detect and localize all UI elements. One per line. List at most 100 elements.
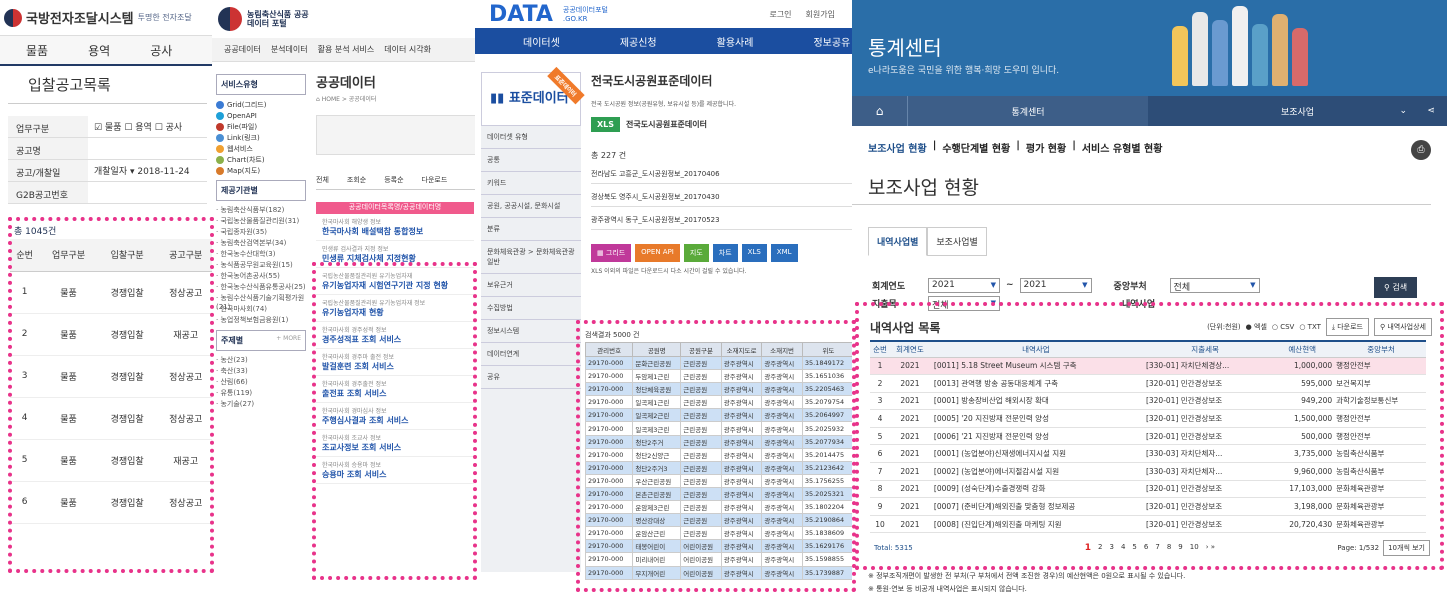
view-button[interactable]: OPEN API (635, 244, 680, 262)
service-type-item[interactable]: Grid(그리드) (216, 99, 306, 110)
grid-row[interactable]: 29170-000 무지개어린 어린이공원 광주광역시 광주광역시 35.1739887 (584, 565, 855, 580)
grid-row[interactable]: 29170-000 본촌근린공원 근린공원 광주광역시 광주광역시 35.2025321 (584, 486, 855, 502)
page-link[interactable]: 1 (1085, 543, 1091, 553)
view-tab[interactable]: 보조사업별 (927, 227, 987, 256)
grid-row[interactable]: 29170-000 청단체육공원 근린공원 광주광역시 광주광역시 35.2205463 (584, 382, 855, 397)
file-item[interactable]: 경상북도 영주시_도시공원정보_20170430 (591, 184, 855, 207)
grid-row[interactable]: 29170-000 우산근린공원 근린공원 광주광역시 광주광역시 35.1756255 (584, 473, 855, 488)
nav-item[interactable]: 공공데이터 (224, 44, 261, 55)
download-button[interactable]: ⤓ 다운로드 (1325, 318, 1369, 336)
sort-tab[interactable]: 다운로드 (422, 175, 448, 185)
view-button[interactable]: 차트 (712, 244, 738, 262)
page-link[interactable]: 10 (1190, 543, 1199, 553)
top-link[interactable]: 회원가입 (806, 9, 835, 20)
grid-row[interactable]: 29170-000 청단2주거3 근린공원 광주광역시 광주광역시 35.2123642 (584, 460, 855, 475)
page-link[interactable]: 9 (1178, 543, 1182, 553)
table-row[interactable]: 2 물품 경쟁입찰 재공고 (10, 313, 215, 356)
topic-item[interactable]: · 농산(23) (216, 355, 306, 366)
nav-item[interactable]: 정보공유 (813, 34, 850, 49)
table-row[interactable]: 8 2021 [0009] (성숙단계)수출경쟁력 강화 [320-01] 민간경상보… (870, 480, 1426, 499)
portal-logo[interactable]: DATA (489, 2, 553, 27)
grid-row[interactable]: 29170-000 두암제1근린 근린공원 광주광역시 광주광역시 35.1651036 (584, 369, 855, 384)
table-row[interactable]: 5 2021 [0006] '21 지진방재 전문인력 양성 [320-01] 민간경… (870, 427, 1426, 446)
search-button[interactable]: ⚲ 검색 (1374, 277, 1418, 298)
dataset-entry[interactable]: 한국마사회 경주출전 정보 출전표 조회 서비스 (316, 376, 474, 403)
next-page-icon[interactable]: › » (1206, 543, 1215, 553)
dataset-name[interactable]: 경주성적표 조회 서비스 (322, 334, 468, 345)
service-type-item[interactable]: Chart(차트) (216, 154, 306, 165)
site-title[interactable]: 국방전자조달시스템 (26, 8, 134, 27)
format-radio[interactable]: ○ CSV (1272, 323, 1294, 331)
nav-item[interactable]: 분석데이터 (271, 44, 308, 55)
table-row[interactable]: 10 2021 [0008] (진입단계)해외진출 마케팅 지원 [320-01] 민… (870, 515, 1426, 534)
file-item[interactable]: 전라남도 고흥군_도시공원정보_20170406 (591, 161, 855, 184)
table-row[interactable]: 4 물품 경쟁입찰 정상공고 (10, 397, 215, 440)
page-link[interactable]: 6 (1144, 543, 1148, 553)
dataset-name[interactable]: 조교사정보 조회 서비스 (322, 442, 468, 453)
dataset-entry[interactable]: 한국마사회 경주성적 정보 경주성적표 조회 서비스 (316, 322, 474, 349)
format-radio[interactable]: ● 엑셀 (1246, 322, 1267, 332)
form-field[interactable]: ☑ 물품 ☐ 용역 ☐ 공사 (88, 120, 182, 133)
org-item[interactable]: · 국립종자원(35) (216, 227, 306, 238)
nav-item[interactable]: 데이터 시각화 (384, 44, 431, 55)
dataset-name[interactable]: 한국마사회 배설택참 통합정보 (322, 226, 468, 237)
view-button[interactable]: XML (770, 244, 798, 262)
nav-item[interactable]: 활용 분석 서비스 (318, 44, 375, 55)
topic-item[interactable]: · 농기술(27) (216, 399, 306, 410)
org-item[interactable]: · 한국농어촌공사(55) (216, 271, 306, 282)
site-title[interactable]: 농림축산식품 공공데이터 포털 (247, 10, 311, 28)
dataset-name[interactable]: 유기농업자재 시험연구기관 지정 현황 (322, 280, 468, 291)
service-type-item[interactable]: Map(지도) (216, 165, 306, 176)
topic-item[interactable]: · 축산(33) (216, 366, 306, 377)
sub-nav-item[interactable]: 평가 현황 (1026, 140, 1066, 155)
nav-item[interactable]: 제공신청 (620, 34, 657, 49)
view-tab[interactable]: 내역사업별 (868, 227, 928, 256)
dataset-name[interactable]: 승용마 조회 서비스 (322, 469, 468, 480)
nav-item[interactable]: 활용사례 (717, 34, 754, 49)
grid-row[interactable]: 29170-000 일곡제2근린 근린공원 광주광역시 광주광역시 35.2064997 (584, 408, 855, 423)
dataset-entry[interactable]: 한국마사회 경주마 출전 정보 발걸훈련 조회 서비스 (316, 349, 474, 376)
dataset-entry[interactable]: 국립농산물품질관리원 유기농업자재 정보 유기농업자재 현황 (316, 295, 474, 322)
more-link[interactable]: + MORE (276, 335, 301, 346)
print-icon[interactable]: ⎙ (1411, 140, 1431, 160)
topic-item[interactable]: · 유통(119) (216, 388, 306, 399)
form-field[interactable]: 개찰일자 ▾ 2018-11-24 (88, 164, 190, 177)
dataset-entry[interactable]: 한국마사회 조교사 정보 조교사정보 조회 서비스 (316, 430, 474, 457)
org-item[interactable]: · 농림축산검역본부(34) (216, 238, 306, 249)
grid-row[interactable]: 29170-000 청단2신양근 근린공원 광주광역시 광주광역시 35.2014475 (584, 447, 855, 462)
org-item[interactable]: · 한국농수산대학(3) (216, 249, 306, 260)
detail-button[interactable]: ⚲ 내역사업상세 (1374, 318, 1432, 336)
table-row[interactable]: 6 물품 경쟁입찰 정상공고 (10, 481, 215, 524)
sub-nav-item[interactable]: 수행단계별 현황 (942, 140, 1010, 155)
top-link[interactable]: 로그인 (769, 9, 791, 20)
org-item[interactable]: · 농식품공무원교육원(15) (216, 260, 306, 271)
view-button[interactable]: 지도 (683, 244, 709, 262)
dataset-name[interactable]: 유기농업자재 현황 (322, 307, 468, 318)
dataset-name[interactable]: 주행심사결과 조회 서비스 (322, 415, 468, 426)
table-row[interactable]: 1 2021 [0011] 5.18 Street Museum 시스템 구축 [33… (870, 357, 1426, 376)
menu-subsidy[interactable]: 보조사업 ⌄ ⋖ (1148, 96, 1447, 126)
org-item[interactable]: · 농업정책보험금융원(1) (216, 315, 306, 326)
nav-item[interactable]: 공사 (150, 42, 172, 59)
dept-select[interactable]: 전체 (1169, 277, 1260, 293)
org-item[interactable]: · 국립농산물품질관리원(31) (216, 216, 306, 227)
dataset-entry[interactable]: 한국마사회 경마심사 정보 주행심사결과 조회 서비스 (316, 403, 474, 430)
view-button[interactable]: XLS (741, 244, 767, 262)
nav-item[interactable]: 용역 (88, 42, 110, 59)
nav-item[interactable]: 물품 (26, 42, 48, 59)
grid-row[interactable]: 29170-000 운암제3근린 근린공원 광주광역시 광주광역시 35.1802204 (584, 500, 855, 515)
year-start-select[interactable]: 2021 (928, 277, 1000, 293)
per-page-select[interactable]: 10개씩 보기 (1383, 540, 1430, 556)
grid-row[interactable]: 29170-000 일곡제3근린 근린공원 광주광역시 광주광역시 35.2025932 (584, 421, 855, 436)
dataset-entry[interactable]: 한국마사회 승용마 정보 승용마 조회 서비스 (316, 457, 474, 484)
org-item[interactable]: · 농림축산식품부(182) (216, 205, 306, 216)
service-type-item[interactable]: File(파일) (216, 121, 306, 132)
page-link[interactable]: 4 (1121, 543, 1125, 553)
dataset-entry[interactable]: 국립농산물품질관리원 유기농업자재 유기농업자재 시험연구기관 지정 현황 (316, 268, 474, 295)
share-icon[interactable]: ⋖ (1427, 106, 1435, 116)
acct-select[interactable]: 전체 (928, 295, 1000, 311)
grid-row[interactable]: 29170-000 명산강대상 근린공원 광주광역시 광주광역시 35.2190864 (584, 513, 855, 528)
org-item[interactable]: · 한국농수산식품유통공사(25) (216, 282, 306, 293)
grid-row[interactable]: 29170-000 미리내어린 어린이공원 광주광역시 광주광역시 35.1598855 (584, 552, 855, 567)
table-row[interactable]: 2 2021 [0013] 관역행 방송 공동대응체계 구축 [320-01] 민간경… (870, 374, 1426, 393)
